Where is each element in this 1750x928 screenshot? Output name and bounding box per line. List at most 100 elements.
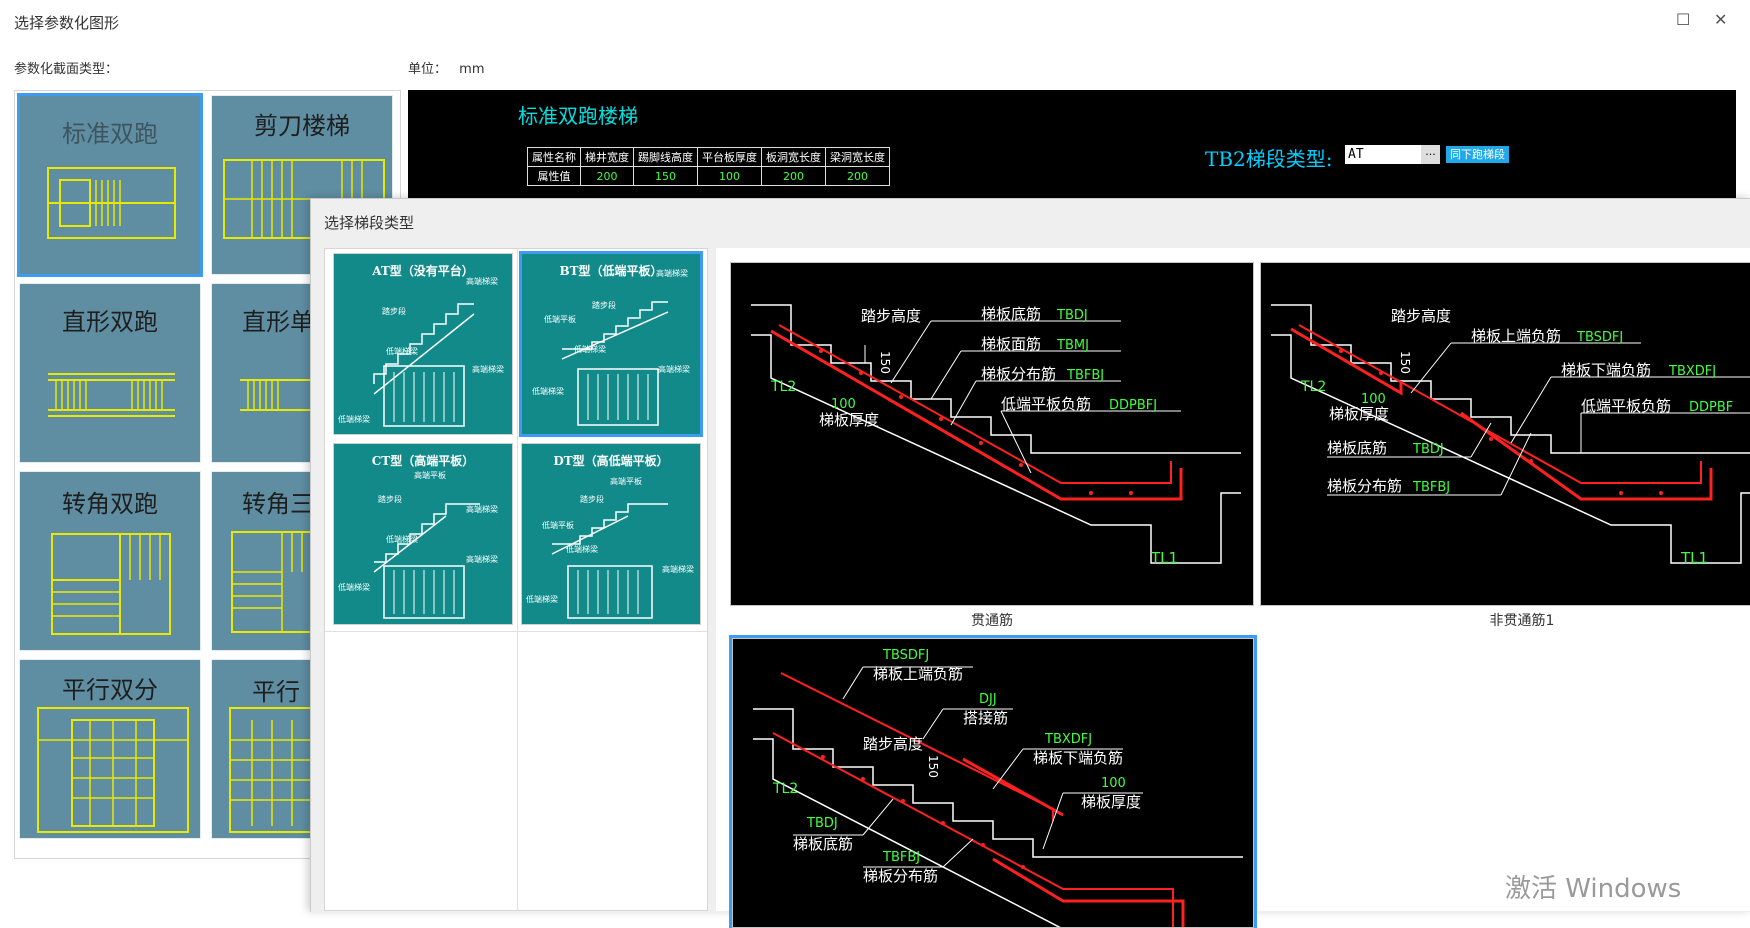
same-as-lower-button[interactable]: 同下跑梯段	[1446, 146, 1509, 163]
flight-type-label: 低端梯梁	[386, 534, 418, 544]
diagram-label: TL1	[1680, 549, 1708, 567]
flight-type-label: 低端梯梁	[532, 386, 564, 396]
table-row: 属性值 200 150 100 200 200	[527, 166, 890, 186]
diagram-label: 梯板底筋	[793, 835, 853, 853]
rebar-option-noncontinuous-2[interactable]: TBSDFJ 梯板上端负筋 DJJ 搭接筋 TBXDFJ 踏步高度 150 梯板…	[729, 635, 1257, 928]
flight-type-label: 低端梯梁	[386, 346, 418, 356]
diagram-label: 150	[1398, 351, 1412, 374]
activation-watermark: 激活 Windows	[1505, 874, 1682, 904]
stair-plan-icon	[51, 533, 171, 635]
diagram-label: TBXDFJ	[1668, 364, 1716, 379]
table-cell[interactable]: 200	[580, 166, 634, 186]
rebar-option-noncontinuous-1[interactable]: 踏步高度 150 梯板上端负筋 TBSDFJ 梯板下端负筋 TBXDFJ TL2…	[1260, 262, 1750, 606]
diagram-label: 150	[926, 755, 940, 778]
table-header: 平台板厚度	[697, 147, 762, 167]
diagram-label: 梯板下端负筋	[1033, 749, 1123, 767]
flight-type-label: 高端平板	[414, 470, 446, 480]
table-cell[interactable]: 200	[825, 166, 890, 186]
maximize-icon[interactable]: ☐	[1676, 10, 1690, 29]
stair-plan-icon	[48, 373, 175, 417]
diagram-label: DDPBF	[1689, 400, 1733, 415]
diagram-label: TL2	[1300, 379, 1326, 395]
table-cell[interactable]: 100	[697, 166, 762, 186]
table-cell[interactable]: 200	[761, 166, 826, 186]
diagram-label: 梯板厚度	[819, 411, 879, 429]
diagram-label: 梯板厚度	[1081, 793, 1141, 811]
unit-label: 单位： mm	[408, 58, 484, 77]
flight-type-label: 踏步段	[378, 494, 402, 504]
diagram-label: TL2	[772, 781, 798, 797]
stair-section-icon: 踏步段 高端梯梁 低端梯梁 高端梯梁 低端梯梁	[338, 276, 504, 427]
diagram-label: DDPBFJ	[1109, 398, 1157, 413]
diagram-label: 梯板底筋	[1327, 439, 1387, 457]
diagram-label: DJJ	[979, 692, 997, 707]
close-icon[interactable]: ✕	[1714, 10, 1727, 29]
unit-value: mm	[459, 62, 485, 77]
flight-type-label: 踏步段	[580, 494, 604, 504]
tile-standard-double[interactable]: 标准双跑	[17, 93, 203, 277]
flight-type-label: 低端梯梁	[338, 414, 370, 424]
diagram-label: 梯板分布筋	[981, 365, 1056, 383]
diagram-label: 梯板面筋	[981, 335, 1041, 353]
rebar-option-continuous[interactable]: 踏步高度 150 TL2 100 梯板厚度 梯板底筋 TBDJ 梯板面筋 TBM…	[730, 262, 1254, 606]
diagram-label: 梯板厚度	[1329, 405, 1389, 423]
diagram-label: TBDJ	[806, 816, 838, 831]
diagram-label: 梯板下端负筋	[1561, 361, 1651, 379]
tile-parallel-split[interactable]: 平行双分	[19, 659, 201, 839]
rebar-diagram: TBSDFJ 梯板上端负筋 DJJ 搭接筋 TBXDFJ 踏步高度 150 梯板…	[753, 648, 1243, 927]
flight-type-panel: AT型（没有平台） 踏步段 高端梯梁 低端梯梁 高端梯梁 低端梯梁 BT型（低端…	[324, 248, 708, 911]
diagram-label: 踏步高度	[861, 307, 921, 325]
diagram-label: TBSDFJ	[1576, 330, 1623, 345]
tile-straight-double[interactable]: 直形双跑	[19, 283, 201, 463]
flight-type-label: 低端梯梁	[574, 344, 606, 354]
divider	[325, 631, 707, 632]
flight-type-label: 高端梯梁	[466, 554, 498, 564]
flight-type-label: 低端平板	[544, 314, 576, 324]
flight-type-label: 踏步段	[382, 306, 406, 316]
flight-type-at[interactable]: AT型（没有平台） 踏步段 高端梯梁 低端梯梁 高端梯梁 低端梯梁	[333, 253, 513, 435]
diagram-label: TBXDFJ	[1044, 732, 1092, 747]
tile-corner-double[interactable]: 转角双跑	[19, 471, 201, 651]
diagram-label: 低端平板负筋	[1581, 397, 1671, 415]
diagram-label: 梯板上端负筋	[873, 665, 963, 683]
dialog-title: 选择梯段类型	[324, 214, 415, 232]
table-header: 踢脚线高度	[633, 147, 698, 167]
table-header: 属性名称	[527, 147, 581, 167]
diagram-label: 100	[831, 397, 856, 412]
section-type-label: 参数化截面类型：	[14, 62, 119, 77]
diagram-label: 低端平板负筋	[1001, 395, 1091, 413]
rebar-diagram: 踏步高度 150 梯板上端负筋 TBSDFJ 梯板下端负筋 TBXDFJ TL2…	[1271, 304, 1750, 567]
tb2-type-label: TB2梯段类型:	[1205, 147, 1333, 171]
table-row: 属性名称 梯井宽度 踢脚线高度 平台板厚度 板洞宽长度 梁洞宽长度	[527, 147, 890, 167]
stair-section-icon: 高端平板 踏步段 低端平板 低端梯梁 高端梯梁 低端梯梁	[526, 476, 694, 619]
option-caption: 非贯通筋1	[1489, 613, 1555, 629]
diagram-label: 梯板分布筋	[863, 867, 938, 885]
more-button[interactable]: ···	[1421, 145, 1440, 164]
diagram-label: 150	[878, 351, 892, 374]
flight-type-label: 低端梯梁	[526, 594, 558, 604]
flight-type-label: 高端平板	[610, 476, 642, 486]
diagram-label: TBDJ	[1056, 308, 1088, 323]
window-title: 选择参数化图形	[14, 14, 120, 32]
diagram-label: TL2	[770, 379, 796, 395]
diagram-label: TBDJ	[1412, 442, 1444, 457]
diagram-label: TBMJ	[1056, 338, 1089, 353]
diagram-label: TBFBJ	[1066, 368, 1104, 383]
flight-type-dt[interactable]: DT型（高低端平板） 高端平板 踏步段 低端平板 低端梯梁 高端梯梁 低端梯梁	[521, 443, 701, 625]
flight-type-ct[interactable]: CT型（高端平板） 高端平板 踏步段 高端梯梁 低端梯梁 高端梯梁 低端梯梁	[333, 443, 513, 625]
flight-type-label: 高端梯梁	[662, 564, 694, 574]
stair-section-icon: 高端平板 踏步段 高端梯梁 低端梯梁 高端梯梁 低端梯梁	[338, 470, 498, 619]
flight-type-label: 高端梯梁	[656, 268, 688, 278]
table-header: 梯井宽度	[580, 147, 634, 167]
table-cell[interactable]: 150	[633, 166, 698, 186]
flight-type-bt[interactable]: BT型（低端平板） 高端梯梁 踏步段 低端平板 低端梯梁 高端梯梁 低端梯梁	[519, 251, 703, 437]
preview-title: 标准双跑楼梯	[518, 104, 638, 128]
flight-type-label: 高端梯梁	[466, 504, 498, 514]
divider	[517, 249, 518, 910]
diagram-label: 梯板底筋	[981, 305, 1041, 323]
diagram-label: 踏步高度	[863, 735, 923, 753]
table-row-label: 属性值	[527, 166, 581, 186]
flight-type-label: 低端梯梁	[338, 582, 370, 592]
stair-section-icon: 高端梯梁 踏步段 低端平板 低端梯梁 高端梯梁 低端梯梁	[532, 268, 690, 426]
unit-label-text: 单位：	[408, 62, 448, 77]
